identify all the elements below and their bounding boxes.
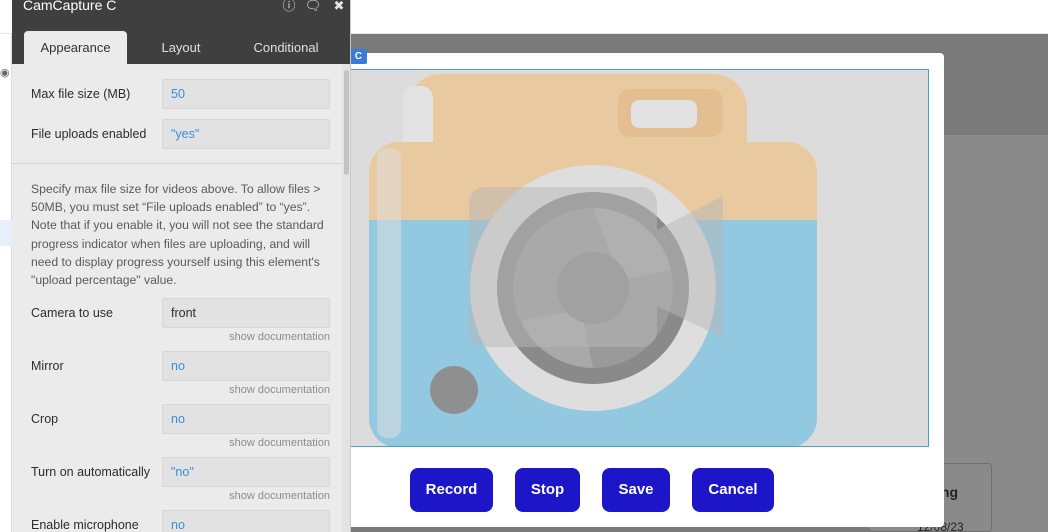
panel-header[interactable]: CamCapture C ⓘ 🗨 ✖ — [12, 0, 350, 22]
tab-layout[interactable]: Layout — [132, 31, 230, 64]
help-text: Specify max file size for videos above. … — [31, 182, 324, 288]
crop-doc-link[interactable]: show documentation — [162, 437, 330, 450]
close-icon[interactable]: ✖ — [330, 0, 348, 16]
camera-dropdown[interactable]: front — [162, 298, 330, 328]
editor-left-strip: ◉ — [0, 34, 12, 532]
max-file-size-field[interactable]: 50 — [162, 79, 330, 109]
panel-title: CamCapture C — [23, 0, 117, 13]
info-icon[interactable]: ⓘ — [280, 0, 298, 16]
turn-on-label: Turn on automatically — [31, 465, 151, 479]
property-editor-panel: CamCapture C ⓘ 🗨 ✖ Appearance Layout Con… — [12, 0, 351, 532]
tabs-bar: Appearance Layout Conditional — [12, 22, 350, 64]
camera-doc-link[interactable]: show documentation — [162, 331, 330, 344]
stop-button[interactable]: Stop — [515, 468, 580, 512]
save-button[interactable]: Save — [602, 468, 670, 512]
camera-label: Camera to use — [31, 306, 113, 320]
panel-scrollbar-thumb[interactable] — [344, 70, 349, 175]
eye-icon[interactable]: ◉ — [0, 66, 10, 79]
microphone-field[interactable]: no — [162, 510, 330, 532]
selected-layer-highlight — [0, 220, 12, 246]
tab-appearance[interactable]: Appearance — [24, 31, 127, 64]
mirror-label: Mirror — [31, 359, 64, 373]
cancel-button[interactable]: Cancel — [692, 468, 774, 512]
element-tag[interactable]: C — [350, 49, 367, 64]
camcapture-element[interactable] — [350, 69, 929, 447]
crop-field[interactable]: no — [162, 404, 330, 434]
mirror-doc-link[interactable]: show documentation — [162, 384, 330, 397]
tab-conditional[interactable]: Conditional — [238, 31, 334, 64]
file-uploads-field[interactable]: "yes" — [162, 119, 330, 149]
crop-label: Crop — [31, 412, 59, 426]
file-uploads-label: File uploads enabled — [31, 127, 147, 141]
mirror-field[interactable]: no — [162, 351, 330, 381]
turn-on-field[interactable]: "no" — [162, 457, 330, 487]
comment-icon[interactable]: 🗨 — [304, 0, 322, 16]
turn-on-doc-link[interactable]: show documentation — [162, 490, 330, 503]
section-divider — [12, 163, 342, 164]
microphone-label: Enable microphone — [31, 518, 139, 532]
camera-placeholder-icon — [369, 74, 817, 446]
record-button[interactable]: Record — [410, 468, 493, 512]
max-file-size-label: Max file size (MB) — [31, 87, 131, 101]
